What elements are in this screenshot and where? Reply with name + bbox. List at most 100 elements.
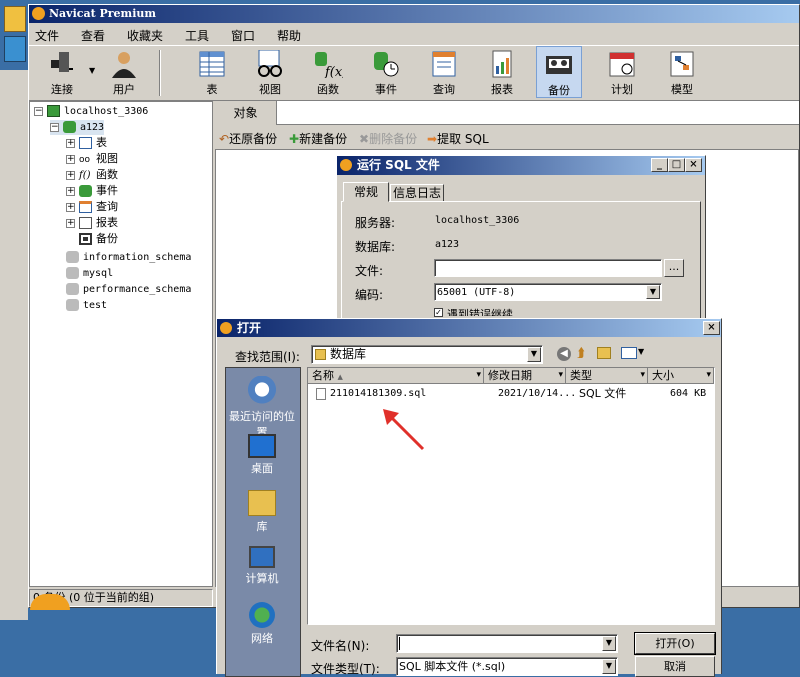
file-size: 604 KB [670,388,707,399]
desktop-icon[interactable] [4,6,26,32]
tree-db-mysql[interactable]: mysql [66,266,113,281]
column-name[interactable]: 名称 ▲ ▾ [308,368,484,384]
file-type: SQL 文件 [579,387,627,400]
tree-reports[interactable]: + 报表 [66,216,118,230]
extract-icon: ➡ [427,132,438,146]
menu-file[interactable]: 文件 [35,27,59,44]
place-recent[interactable]: 最近访问的位置 [226,376,298,440]
column-size[interactable]: 大小 ▾ [648,368,714,384]
table-button[interactable]: 表 [189,46,235,98]
continue-on-error-checkbox[interactable]: ✓ [434,308,443,317]
database-value: a123 [435,239,460,250]
run-sql-title-bar: 运行 SQL 文件 _ □ × [337,156,705,175]
schedule-label: 计划 [611,83,633,96]
table-icon [199,51,225,77]
svg-text:f(x): f(x) [324,65,343,78]
menu-window[interactable]: 窗口 [231,27,255,44]
file-icon [316,388,326,400]
place-libraries[interactable]: 库 [226,490,298,534]
view-button[interactable]: 视图 [247,46,293,98]
tree-functions[interactable]: + f() 函数 [66,168,118,182]
browse-file-button[interactable]: ... [664,259,684,277]
tree-tables[interactable]: + 表 [66,136,107,150]
lookin-label: 查找范围(I): [235,350,300,364]
new-backup-button[interactable]: ✚新建备份 [289,130,347,147]
place-computer[interactable]: 计算机 [226,546,298,586]
filename-input[interactable]: ▼ [396,634,618,653]
tree-events[interactable]: + 事件 [66,184,118,198]
tree-connection[interactable]: − localhost_3306 [34,104,148,119]
menu-favorites[interactable]: 收藏夹 [127,27,163,44]
close-button[interactable]: × [685,158,702,172]
tree-database[interactable]: − a123 [50,120,105,135]
desktop-strip [0,70,28,620]
maximize-button[interactable]: □ [668,158,685,172]
view-icon: oo [79,155,91,165]
restore-backup-button[interactable]: ↶还原备份 [219,130,277,147]
event-button[interactable]: 事件 [363,46,409,98]
plug-icon [51,52,73,72]
tree-backups[interactable]: 备份 [79,232,118,246]
connect-button[interactable]: 连接 [39,46,85,98]
tab-message-log[interactable]: 信息日志 [390,184,444,202]
schedule-button[interactable]: 计划 [599,46,645,98]
restore-icon: ↶ [219,132,230,146]
new-icon: ✚ [289,132,300,146]
menu-view[interactable]: 查看 [81,27,105,44]
lookin-value: 数据库 [330,347,367,361]
database-label: 数据库: [355,240,396,254]
tab-objects[interactable]: 对象 [215,101,277,125]
query-label: 查询 [433,83,455,96]
filetype-select[interactable]: SQL 脚本文件 (*.sql) ▼ [396,657,618,676]
column-filter-icon[interactable]: ▾ [640,368,645,383]
tree-queries[interactable]: + 查询 [66,200,118,214]
filename-label: 文件名(N): [311,639,370,653]
tree-db-performance-schema[interactable]: performance_schema [66,282,191,297]
backup-label: 备份 [548,84,570,97]
function-button[interactable]: f(x) 函数 [305,46,351,98]
connect-dropdown-icon[interactable]: ▼ [89,66,95,75]
filetype-value: SQL 脚本文件 (*.sql) [399,660,506,673]
back-icon[interactable]: ◀ [557,347,571,361]
user-icon [112,52,136,78]
library-icon [248,490,276,516]
tree-db-information-schema[interactable]: information_schema [66,250,191,265]
encoding-select[interactable]: 65001 (UTF-8) ▼ [434,283,662,301]
tab-general[interactable]: 常规 [343,182,389,202]
extract-sql-button[interactable]: ➡提取 SQL [427,130,489,147]
file-row[interactable]: 211014181309.sql 2021/10/14... SQL 文件 60… [308,386,714,402]
chevron-down-icon: ▼ [646,285,660,299]
user-button[interactable]: 用户 [101,46,147,98]
annotation-arrow [383,409,425,451]
menu-tools[interactable]: 工具 [185,27,209,44]
model-button[interactable]: 模型 [659,46,705,98]
minimize-button[interactable]: _ [651,158,668,172]
lookin-select[interactable]: 数据库 ▼ [311,345,543,364]
column-type[interactable]: 类型 ▾ [566,368,648,384]
delete-backup-button[interactable]: ✖删除备份 [359,130,417,147]
backup-button[interactable]: 备份 [536,46,582,98]
close-button[interactable]: × [703,321,720,335]
menu-bar: 文件 查看 收藏夹 工具 窗口 帮助 [29,25,799,45]
column-modified[interactable]: 修改日期 ▾ [484,368,566,384]
open-button[interactable]: 打开(O) [635,633,715,654]
query-button[interactable]: 查询 [421,46,467,98]
menu-help[interactable]: 帮助 [277,27,301,44]
up-folder-icon[interactable]: ⮭ [577,346,585,361]
column-filter-icon[interactable]: ▾ [476,368,481,383]
desktop-icon[interactable] [4,36,26,62]
database-label: a123 [80,122,105,133]
column-filter-icon[interactable]: ▾ [558,368,563,383]
event-icon [79,185,92,197]
chevron-down-icon[interactable]: ▼ [638,347,644,356]
report-button[interactable]: 报表 [479,46,525,98]
new-folder-icon[interactable] [597,347,611,359]
file-path-input[interactable] [434,259,662,277]
server-value: localhost_3306 [435,215,520,226]
tree-db-test[interactable]: test [66,298,107,313]
place-network[interactable]: 网络 [226,602,298,646]
place-desktop[interactable]: 桌面 [226,434,298,476]
tree-views[interactable]: + oo 视图 [66,152,118,166]
column-filter-icon[interactable]: ▾ [706,368,711,383]
view-menu-icon[interactable] [621,347,637,359]
